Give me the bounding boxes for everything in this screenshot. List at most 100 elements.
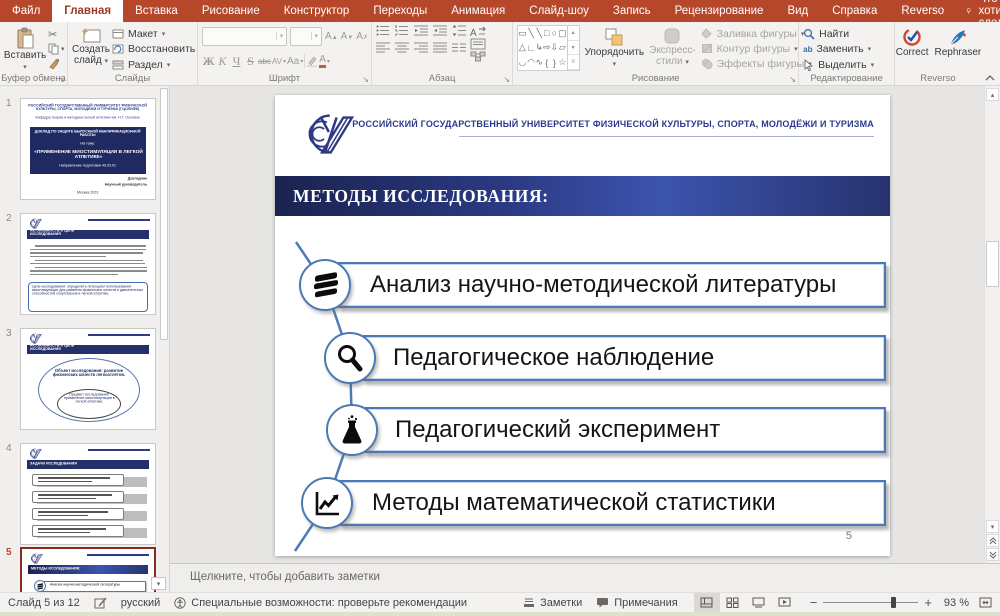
arrange-button[interactable]: Упорядочить▾ (585, 25, 645, 72)
shape-option[interactable]: ◠ (527, 55, 536, 70)
align-text-button[interactable] (470, 38, 487, 50)
reverso-correct-button[interactable]: Correct (896, 25, 929, 58)
quick-styles-button[interactable]: Экспресс-стили ▾ (649, 25, 696, 72)
font-name-combo[interactable]: ▾ (202, 27, 287, 46)
method-item-4-badge[interactable] (301, 477, 353, 529)
zoom-level[interactable]: 93 % (944, 597, 969, 609)
shape-option[interactable]: ⇩ (551, 41, 559, 56)
copy-button[interactable]: ▾ (48, 42, 65, 57)
next-slide-button[interactable] (986, 548, 999, 561)
method-item-2[interactable]: Педагогическое наблюдение (363, 335, 886, 381)
shapes-more-button[interactable]: ≡ (568, 55, 579, 70)
tab-insert[interactable]: Вставка (123, 0, 190, 22)
tab-animations[interactable]: Анимация (439, 0, 517, 22)
language-button[interactable]: русский (121, 597, 160, 609)
method-item-3[interactable]: Педагогический эксперимент (365, 407, 886, 453)
zoom-out-button[interactable]: − (810, 596, 818, 609)
method-item-2-badge[interactable] (324, 332, 376, 384)
paragraph-dialog-launcher[interactable]: ↘ (503, 76, 510, 84)
slide-thumbnail-1[interactable]: РОССИЙСКИЙ ГОСУДАРСТВЕННЫЙ УНИВЕРСИТЕТ Ф… (20, 98, 156, 200)
canvas-scrollbar[interactable]: ▴ ▾ (984, 86, 1000, 563)
shape-option[interactable]: ⇨ (543, 41, 551, 56)
justify-button[interactable] (433, 42, 447, 53)
slide-thumbnail-4[interactable]: ЗАДАЧИ ИССЛЕДОВАНИЯ (20, 443, 156, 545)
convert-smartart-button[interactable] (470, 50, 487, 62)
shapes-scroll-down[interactable]: ▾ (568, 41, 579, 56)
text-direction-button[interactable]: A (470, 26, 487, 38)
replace-button[interactable]: ab Заменить▾ (803, 42, 891, 57)
zoom-in-button[interactable]: + (924, 596, 932, 609)
canvas-scroll-down-button[interactable]: ▾ (986, 520, 999, 533)
shape-option[interactable]: ▢ (558, 26, 567, 41)
section-button[interactable]: Раздел▾ (112, 57, 195, 72)
shape-option[interactable]: ▭ (518, 26, 527, 41)
numbering-button[interactable] (395, 25, 409, 36)
shape-option[interactable]: ∿ (535, 55, 543, 70)
tab-help[interactable]: Справка (820, 0, 889, 22)
method-item-1[interactable]: Анализ научно-методической литературы (338, 262, 886, 308)
new-slide-button[interactable]: Создать слайд ▾ (72, 25, 110, 73)
canvas-scroll-up-button[interactable]: ▴ (986, 88, 999, 101)
change-case-button[interactable]: Aa (287, 56, 299, 67)
clipboard-dialog-launcher[interactable]: ↘ (58, 76, 65, 84)
slide-editing-surface[interactable]: РОССИЙСКИЙ ГОСУДАРСТВЕННЫЙ УНИВЕРСИТЕТ Ф… (275, 95, 890, 556)
shape-fill-button[interactable]: Заливка фигуры▾ (701, 26, 812, 41)
thumbnails-scroll-down-button[interactable]: ▾ (151, 577, 166, 590)
shape-option[interactable]: ▱ (558, 41, 567, 56)
align-right-button[interactable] (414, 42, 428, 53)
shape-effects-button[interactable]: Эффекты фигуры▾ (701, 56, 812, 71)
increase-indent-button[interactable] (433, 25, 447, 36)
shape-option[interactable]: ☆ (558, 55, 567, 70)
tab-record[interactable]: Запись (601, 0, 663, 22)
shapes-gallery[interactable]: ▭ ╲ ╲ □ ○ ▢ △ ∟ ↳ ⇨ ⇩ ▱ ◡ ◠ ∿ (517, 25, 579, 71)
slide-indicator[interactable]: Слайд 5 из 12 (8, 597, 80, 609)
slide-canvas[interactable]: РОССИЙСКИЙ ГОСУДАРСТВЕННЫЙ УНИВЕРСИТЕТ Ф… (170, 86, 984, 563)
bold-button[interactable]: Ж (202, 54, 215, 69)
drawing-dialog-launcher[interactable]: ↘ (789, 76, 796, 84)
thumbnails-scrollbar[interactable] (160, 88, 168, 340)
shape-option[interactable]: { (543, 55, 551, 70)
tab-review[interactable]: Рецензирование (663, 0, 776, 22)
proofing-status-button[interactable] (94, 597, 107, 609)
slide-thumbnail-5[interactable]: МЕТОДЫ ИССЛЕДОВАНИЯ: Анализ научно-метод… (20, 547, 156, 592)
strikethrough-button[interactable]: S (244, 54, 257, 69)
slide-thumbnail-3[interactable]: АКТУАЛЬНОСТЬ И ЦЕЛЬ ИССЛЕДОВАНИЯ Объект … (20, 328, 156, 430)
slide-title-bar[interactable]: МЕТОДЫ ИССЛЕДОВАНИЯ: (275, 176, 890, 216)
slide-thumbnail-2[interactable]: АКТУАЛЬНОСТЬ И ЦЕЛЬ ИССЛЕДОВАНИЯ Цель ис… (20, 213, 156, 315)
reset-slide-button[interactable]: Восстановить (112, 42, 195, 57)
line-spacing-button[interactable] (452, 25, 466, 36)
font-color-button[interactable]: А (319, 55, 326, 68)
shape-outline-button[interactable]: Контур фигуры▾ (701, 41, 812, 56)
clear-formatting-button[interactable]: A✗ (356, 31, 368, 42)
cut-button[interactable]: ✂ (48, 27, 65, 42)
reading-view-button[interactable] (746, 593, 772, 613)
paste-button[interactable]: Вставить▾ (4, 25, 46, 73)
columns-button[interactable] (452, 42, 466, 53)
zoom-slider-thumb[interactable] (891, 597, 896, 608)
tab-reverso[interactable]: Reverso (889, 0, 956, 22)
slideshow-view-button[interactable] (772, 593, 798, 613)
decrease-indent-button[interactable] (414, 25, 428, 36)
notes-toggle-button[interactable]: Заметки (523, 597, 582, 609)
notes-pane[interactable]: Щелкните, чтобы добавить заметки (170, 563, 1000, 592)
italic-button[interactable]: К (216, 54, 229, 69)
decrease-font-button[interactable]: A▼ (341, 31, 354, 42)
shape-option[interactable]: □ (543, 26, 551, 41)
canvas-scrollbar-thumb[interactable] (986, 241, 999, 287)
select-button[interactable]: Выделить▾ (803, 57, 891, 72)
bullets-button[interactable] (376, 25, 390, 36)
highlight-color-button[interactable] (306, 55, 318, 67)
increase-font-button[interactable]: A▲ (325, 31, 338, 42)
find-button[interactable]: Найти (803, 26, 891, 41)
shape-option[interactable]: ↳ (535, 41, 543, 56)
slide-sorter-view-button[interactable] (720, 593, 746, 613)
shape-option[interactable]: ◡ (518, 55, 527, 70)
character-spacing-button[interactable]: AV (272, 57, 282, 66)
shape-option[interactable]: ∟ (527, 41, 536, 56)
tab-home[interactable]: Главная (52, 0, 123, 22)
zoom-slider[interactable] (823, 602, 918, 603)
font-dialog-launcher[interactable]: ↘ (362, 76, 369, 84)
align-center-button[interactable] (395, 42, 409, 53)
shape-option[interactable]: ╲ (535, 26, 543, 41)
method-item-1-badge[interactable] (299, 259, 351, 311)
